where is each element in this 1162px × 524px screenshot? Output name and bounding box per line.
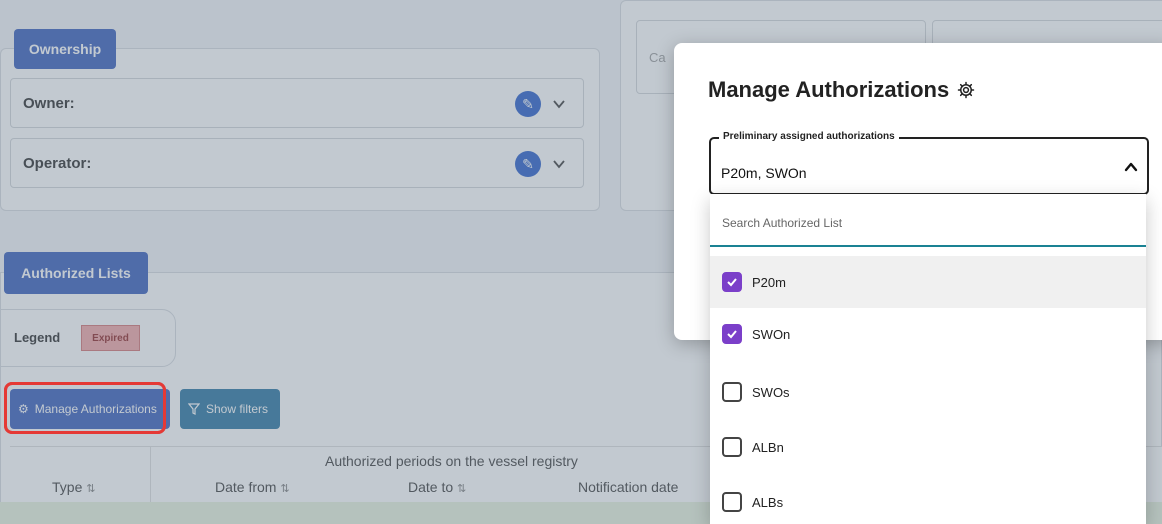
authorizations-select[interactable]: Preliminary assigned authorizations P20m… bbox=[709, 131, 1149, 195]
gear-icon[interactable] bbox=[957, 81, 975, 99]
modal-title-text: Manage Authorizations bbox=[708, 77, 950, 102]
checkbox-unchecked[interactable] bbox=[722, 437, 742, 457]
option-label: SWOn bbox=[752, 326, 791, 342]
select-value: P20m, SWOn bbox=[721, 165, 807, 181]
option-albn[interactable]: ALBn bbox=[710, 421, 1146, 473]
checkbox-checked[interactable] bbox=[722, 272, 742, 292]
option-label: ALBn bbox=[752, 439, 784, 455]
modal-title: Manage Authorizations bbox=[708, 77, 975, 103]
checkbox-unchecked[interactable] bbox=[722, 492, 742, 512]
option-label: P20m bbox=[752, 274, 786, 290]
option-swos[interactable]: SWOs bbox=[710, 366, 1146, 418]
search-authorized-list-input[interactable] bbox=[710, 194, 1146, 247]
option-albs[interactable]: ALBs bbox=[710, 476, 1146, 524]
manage-authorizations-highlight-top bbox=[4, 382, 166, 434]
chevron-up-icon[interactable] bbox=[1123, 159, 1139, 175]
option-label: SWOs bbox=[752, 384, 790, 400]
checkbox-checked[interactable] bbox=[722, 324, 742, 344]
option-p20m[interactable]: P20m bbox=[710, 256, 1146, 308]
authorizations-dropdown: P20m SWOn SWOs ALBn ALBs bbox=[710, 194, 1146, 524]
option-label: ALBs bbox=[752, 494, 784, 510]
option-swon[interactable]: SWOn bbox=[710, 308, 1146, 360]
select-label: Preliminary assigned authorizations bbox=[719, 131, 899, 142]
checkbox-unchecked[interactable] bbox=[722, 382, 742, 402]
